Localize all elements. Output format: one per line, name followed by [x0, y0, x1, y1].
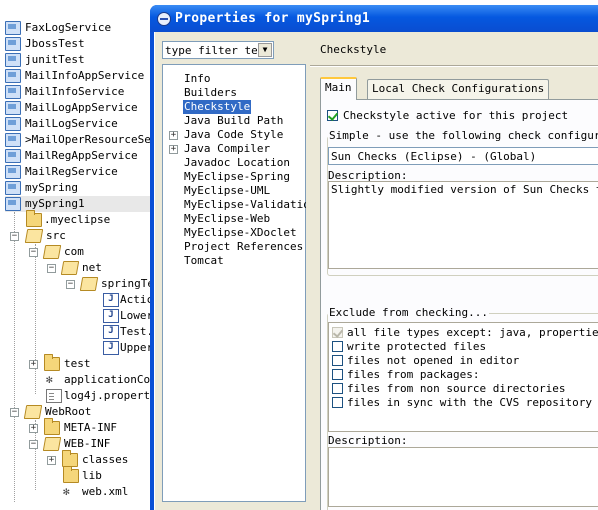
nav-item-java-code-style[interactable]: Java Code Style — [183, 128, 284, 142]
description-label-2: Description: — [328, 434, 408, 447]
package-explorer: FaxLogService JbossTest junitTest MailIn… — [0, 0, 156, 510]
folder-icon — [62, 450, 78, 467]
project-icon — [5, 37, 21, 51]
expand-icon[interactable]: + — [169, 131, 178, 140]
project-icon — [5, 181, 21, 195]
filter-combo[interactable]: type filter tex ▼ — [162, 41, 274, 59]
collapse-icon[interactable]: − — [29, 248, 38, 257]
java-file-icon: J — [103, 325, 119, 339]
check-config-combo[interactable]: Sun Checks (Eclipse) - (Global) — [328, 147, 598, 165]
project-icon — [5, 53, 21, 67]
simple-config-group-label: Simple - use the following check configu… — [328, 129, 598, 142]
tree-guide — [14, 212, 15, 502]
exclude-group-label: Exclude from checking... — [328, 306, 489, 319]
collapse-icon[interactable]: − — [10, 232, 19, 241]
collapse-icon[interactable]: − — [29, 440, 38, 449]
expand-icon[interactable]: + — [29, 424, 38, 433]
property-page-tree: Info Builders Checkstyle Java Build Path… — [162, 64, 316, 502]
java-file-icon: J — [103, 293, 119, 307]
folder-open-icon — [42, 437, 62, 451]
eclipse-icon — [157, 12, 171, 26]
page-title: Checkstyle — [320, 43, 387, 56]
expand-icon[interactable]: + — [29, 360, 38, 369]
project-icon — [5, 21, 21, 35]
separator — [310, 65, 598, 67]
exclude-checkbox[interactable] — [332, 355, 343, 366]
nav-item-checkstyle[interactable]: Checkstyle — [183, 100, 252, 114]
nav-item-tomcat[interactable]: Tomcat — [183, 254, 225, 268]
folder-open-icon — [23, 405, 43, 419]
nav-item-myeclipse-xdoclet[interactable]: MyEclipse-XDoclet — [183, 226, 298, 240]
folder-open-icon — [60, 261, 80, 275]
tab-panel-main: Checkstyle active for this project Simpl… — [320, 99, 598, 510]
nav-item-myeclipse-web[interactable]: MyEclipse-Web — [183, 212, 271, 226]
project-icon — [5, 117, 21, 131]
nav-item-java-compiler[interactable]: Java Compiler — [183, 142, 271, 156]
simple-config-group: Simple - use the following check configu… — [327, 129, 598, 276]
xml-file-icon: ✻ — [63, 485, 70, 498]
nav-item-java-build-path[interactable]: Java Build Path — [183, 114, 284, 128]
properties-dialog: Properties for mySpring1 type filter tex… — [150, 5, 598, 510]
nav-item-project-references[interactable]: Project References — [183, 240, 304, 254]
folder-icon — [63, 466, 79, 483]
exclude-description-text — [328, 447, 598, 507]
collapse-icon[interactable]: − — [10, 408, 19, 417]
nav-item-javadoc-location[interactable]: Javadoc Location — [183, 156, 291, 170]
project-icon — [5, 85, 21, 99]
property-page: Checkstyle Main Local Check Configuratio… — [310, 32, 598, 510]
exclude-label: files from non source directories — [347, 382, 566, 395]
dialog-client: type filter tex ▼ Info Builders Checksty… — [154, 32, 598, 510]
java-file-icon: J — [103, 341, 119, 355]
description-text: Slightly modified version of Sun Checks … — [328, 181, 598, 269]
dropdown-arrow-icon[interactable]: ▼ — [258, 43, 272, 57]
exclude-list: all file types except: java, properties … — [328, 322, 598, 432]
exclude-label: files not opened in editor — [347, 354, 520, 367]
folder-icon — [26, 210, 42, 227]
project-icon — [5, 197, 21, 211]
collapse-icon[interactable]: − — [66, 280, 75, 289]
exclude-checkbox[interactable] — [332, 383, 343, 394]
project-icon — [5, 165, 21, 179]
check-config-value: Sun Checks (Eclipse) - (Global) — [331, 150, 537, 163]
folder-icon — [44, 354, 60, 371]
nav-item-builders[interactable]: Builders — [183, 86, 238, 100]
project-icon — [5, 101, 21, 115]
tree-guide — [35, 244, 36, 394]
exclude-checkbox[interactable] — [332, 369, 343, 380]
nav-item-myeclipse-validation[interactable]: MyEclipse-Validation — [183, 198, 317, 212]
project-icon — [5, 69, 21, 83]
expand-icon[interactable]: + — [47, 456, 56, 465]
folder-icon — [44, 418, 60, 435]
tab-local-check-configurations[interactable]: Local Check Configurations — [367, 79, 550, 99]
exclude-checkbox[interactable] — [332, 397, 343, 408]
nav-item-myeclipse-uml[interactable]: MyEclipse-UML — [183, 184, 271, 198]
project-icon — [5, 133, 21, 147]
checkstyle-active-label: Checkstyle active for this project — [343, 109, 569, 122]
nav-item-myeclipse-spring[interactable]: MyEclipse-Spring — [183, 170, 291, 184]
folder-open-icon — [24, 229, 44, 243]
project-icon — [5, 149, 21, 163]
tab-main[interactable]: Main — [320, 77, 357, 100]
exclude-label: all file types except: java, properties — [347, 326, 598, 339]
collapse-icon[interactable]: − — [47, 264, 56, 273]
folder-open-icon — [79, 277, 99, 291]
dialog-title: Properties for mySpring1 — [175, 11, 371, 26]
xml-file-icon: ✻ — [46, 373, 53, 386]
exclude-label: files from packages: — [347, 368, 480, 381]
folder-open-icon — [42, 245, 62, 259]
java-file-icon: J — [103, 309, 119, 323]
exclude-label: files in sync with the CVS repository — [347, 396, 593, 409]
exclude-checkbox[interactable] — [332, 341, 343, 352]
dialog-titlebar[interactable]: Properties for mySpring1 — [150, 5, 598, 32]
exclude-group: Exclude from checking... all file types … — [327, 306, 598, 510]
checkstyle-active-checkbox[interactable] — [327, 110, 338, 121]
text-file-icon — [46, 389, 62, 403]
screen: FaxLogService JbossTest junitTest MailIn… — [0, 0, 598, 510]
filter-input[interactable]: type filter tex — [165, 44, 257, 57]
expand-icon[interactable]: + — [169, 145, 178, 154]
nav-item-info[interactable]: Info — [183, 72, 212, 86]
exclude-checkbox[interactable] — [332, 327, 343, 338]
exclude-label: write protected files — [347, 340, 487, 353]
